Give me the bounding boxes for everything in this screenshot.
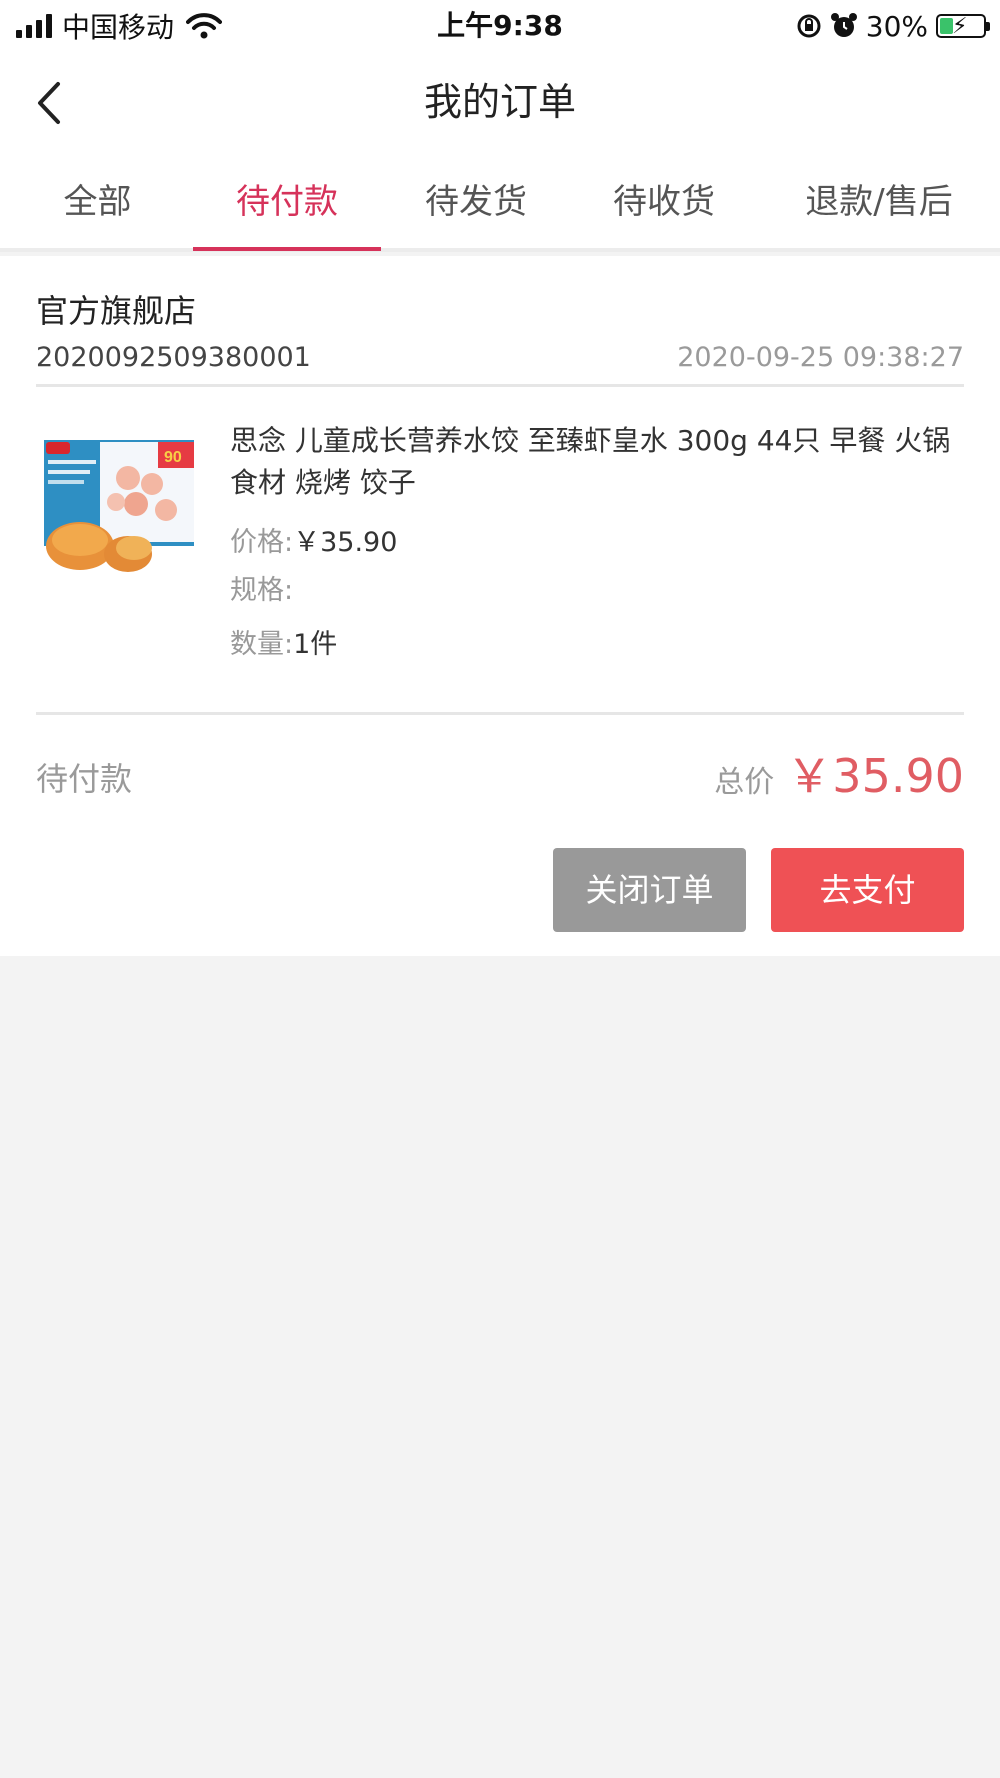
quantity-value: 1件	[293, 629, 338, 660]
status-right: 30% ⚡	[796, 6, 990, 46]
svg-text:90: 90	[164, 449, 182, 466]
tab-pending-receipt[interactable]: 待收货	[570, 152, 758, 252]
battery-icon: ⚡	[936, 14, 990, 39]
order-card[interactable]: 官方旗舰店 2020092509380001 2020-09-25 09:38:…	[0, 256, 1000, 956]
quantity-label: 数量:	[230, 629, 294, 660]
order-tabs: 全部 待付款 待发货 待收货 退款/售后	[0, 152, 1000, 252]
divider	[36, 384, 964, 387]
order-total: 总价 ￥35.90	[714, 740, 964, 806]
close-order-button[interactable]: 关闭订单	[553, 848, 746, 932]
total-label: 总价	[714, 765, 775, 800]
product-price: 价格:￥35.90	[230, 520, 397, 559]
divider	[36, 712, 964, 715]
shop-name[interactable]: 官方旗舰店	[36, 286, 196, 332]
order-time: 2020-09-25 09:38:27	[677, 342, 964, 373]
tab-refund-aftersale[interactable]: 退款/售后	[758, 152, 1000, 252]
alarm-icon	[830, 13, 857, 37]
status-bar: 中国移动 上午9:38 30% ⚡	[0, 0, 1000, 52]
battery-percent: 30%	[865, 9, 928, 43]
price-label: 价格:	[230, 527, 294, 558]
price-value: ￥35.90	[293, 527, 398, 558]
rotation-lock-icon	[797, 14, 821, 38]
order-status: 待付款	[36, 760, 133, 798]
page-title: 我的订单	[423, 80, 576, 124]
spec-label: 规格:	[230, 575, 294, 606]
total-price: ￥35.90	[786, 749, 964, 803]
active-tab-indicator	[193, 247, 381, 251]
tab-pending-shipment[interactable]: 待发货	[382, 152, 570, 252]
pay-button[interactable]: 去支付	[771, 848, 964, 932]
product-image[interactable]: 90	[40, 428, 200, 588]
nav-bar: 我的订单	[0, 52, 1000, 152]
order-number: 2020092509380001	[36, 342, 311, 373]
product-quantity: 数量:1件	[230, 622, 337, 661]
product-title[interactable]: 思念 儿童成长营养水饺 至臻虾皇水 300g 44只 早餐 火锅食材 烧烤 饺子	[230, 420, 970, 504]
tab-pending-payment[interactable]: 待付款	[192, 152, 382, 252]
product-spec: 规格:	[230, 568, 293, 607]
tab-all[interactable]: 全部	[0, 152, 195, 252]
